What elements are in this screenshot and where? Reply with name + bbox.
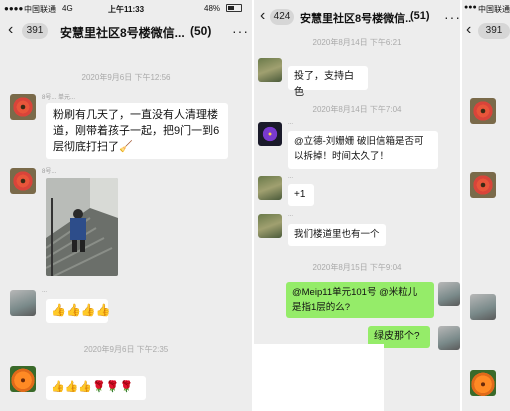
more-options-icon[interactable]: ··· [444, 9, 460, 25]
signal-icon: ●●●● [4, 4, 24, 13]
member-count: (51) [410, 10, 430, 22]
chat-title: 安慧里社区8号楼微信... [60, 26, 185, 40]
my-avatar[interactable] [438, 326, 460, 350]
message-bubble[interactable]: 👍👍👍🌹🌹🌹 [46, 376, 146, 400]
battery-label: 48% [204, 4, 221, 13]
carrier-label: 中国联通 [478, 5, 510, 14]
network-label: 4G [62, 4, 73, 13]
timestamp: 2020年9月6日 下午2:35 [83, 345, 169, 354]
avatar[interactable] [258, 122, 282, 146]
sender-name: ... [288, 174, 294, 180]
back-chevron-icon[interactable]: ‹ [8, 22, 13, 38]
carrier-label: 中国联通 [24, 5, 56, 14]
unread-count-badge[interactable]: 424 [270, 9, 294, 25]
timestamp: 2020年8月14日 下午6:21 [312, 38, 402, 47]
chat-header: ‹ 391 安慧里社区8号楼微信... (50) ··· [0, 16, 252, 46]
message-bubble[interactable]: 我们楼道里也有一个 [288, 224, 386, 246]
message-bubble[interactable]: +1 [288, 184, 314, 206]
message-bubble[interactable]: 投了，支持白色 [288, 66, 368, 98]
sender-name: ... [288, 120, 294, 126]
stairwell-photo [46, 178, 118, 276]
avatar[interactable] [470, 294, 496, 320]
message-bubble[interactable]: @立德-刘姗姗 破旧信箱是否可以拆掉！时间太久了！ [288, 131, 438, 169]
status-bar: ●●● 中国联通 [462, 0, 510, 16]
chat-panel-left: ●●●● 中国联通 4G 上午11:33 48% ‹ 391 安慧里社区8号楼微… [0, 0, 252, 411]
chat-header: ‹ 424 安慧里社区8号楼微信... (51) ··· [254, 2, 460, 32]
timestamp: 2020年9月6日 下午12:56 [81, 73, 171, 82]
avatar[interactable] [470, 370, 496, 396]
status-bar: ●●●● 中国联通 4G 上午11:33 48% [0, 0, 252, 16]
chat-header: ‹ 391 [462, 16, 510, 46]
chat-panel-right: ●●● 中国联通 ‹ 391 [462, 0, 510, 411]
message-bubble[interactable]: 粉刷有几天了，一直没有人清理楼道，刚带着孩子一起，把9门一到6层彻底打扫了🧹 [46, 103, 228, 159]
back-chevron-icon[interactable]: ‹ [466, 22, 471, 38]
sender-name: 8号... 单元... [42, 95, 76, 101]
unread-count-badge[interactable]: 391 [478, 23, 510, 39]
my-avatar[interactable] [438, 282, 460, 306]
avatar[interactable] [258, 214, 282, 238]
my-message-bubble[interactable]: @Meip11单元101号 @米粒儿 是指1层的么? [286, 282, 434, 318]
avatar[interactable] [10, 94, 36, 120]
avatar[interactable] [258, 176, 282, 200]
avatar[interactable] [470, 172, 496, 198]
back-chevron-icon[interactable]: ‹ [260, 8, 265, 24]
timestamp: 2020年8月15日 下午9:04 [312, 263, 402, 272]
avatar[interactable] [470, 98, 496, 124]
thumbs-up-emoji-row: 👍👍👍 [51, 381, 93, 393]
clock: 上午11:33 [108, 5, 145, 14]
member-count: (50) [190, 24, 212, 38]
avatar[interactable] [10, 168, 36, 194]
avatar[interactable] [10, 290, 36, 316]
thumbs-up-emoji-row: 👍👍👍👍 [51, 303, 111, 317]
chat-title: 安慧里社区8号楼微信... [300, 13, 412, 25]
photo-message[interactable] [46, 178, 118, 276]
avatar[interactable] [10, 366, 36, 392]
avatar[interactable] [258, 58, 282, 82]
chat-panel-middle: ‹ 424 安慧里社区8号楼微信... (51) ··· 2020年8月14日 … [254, 0, 460, 411]
sender-name: ... [42, 288, 48, 294]
rose-emoji-row: 🌹🌹🌹 [92, 381, 134, 393]
blank-area [254, 344, 384, 411]
sender-name: ... [288, 212, 294, 218]
signal-icon: ●●● [464, 4, 477, 11]
message-bubble[interactable]: 👍👍👍👍 [46, 299, 111, 323]
more-options-icon[interactable]: ··· [232, 23, 249, 39]
unread-count-badge[interactable]: 391 [22, 23, 48, 39]
battery-icon [226, 4, 242, 12]
sender-name: 8号... [42, 169, 57, 175]
timestamp: 2020年8月14日 下午7:04 [312, 105, 402, 114]
